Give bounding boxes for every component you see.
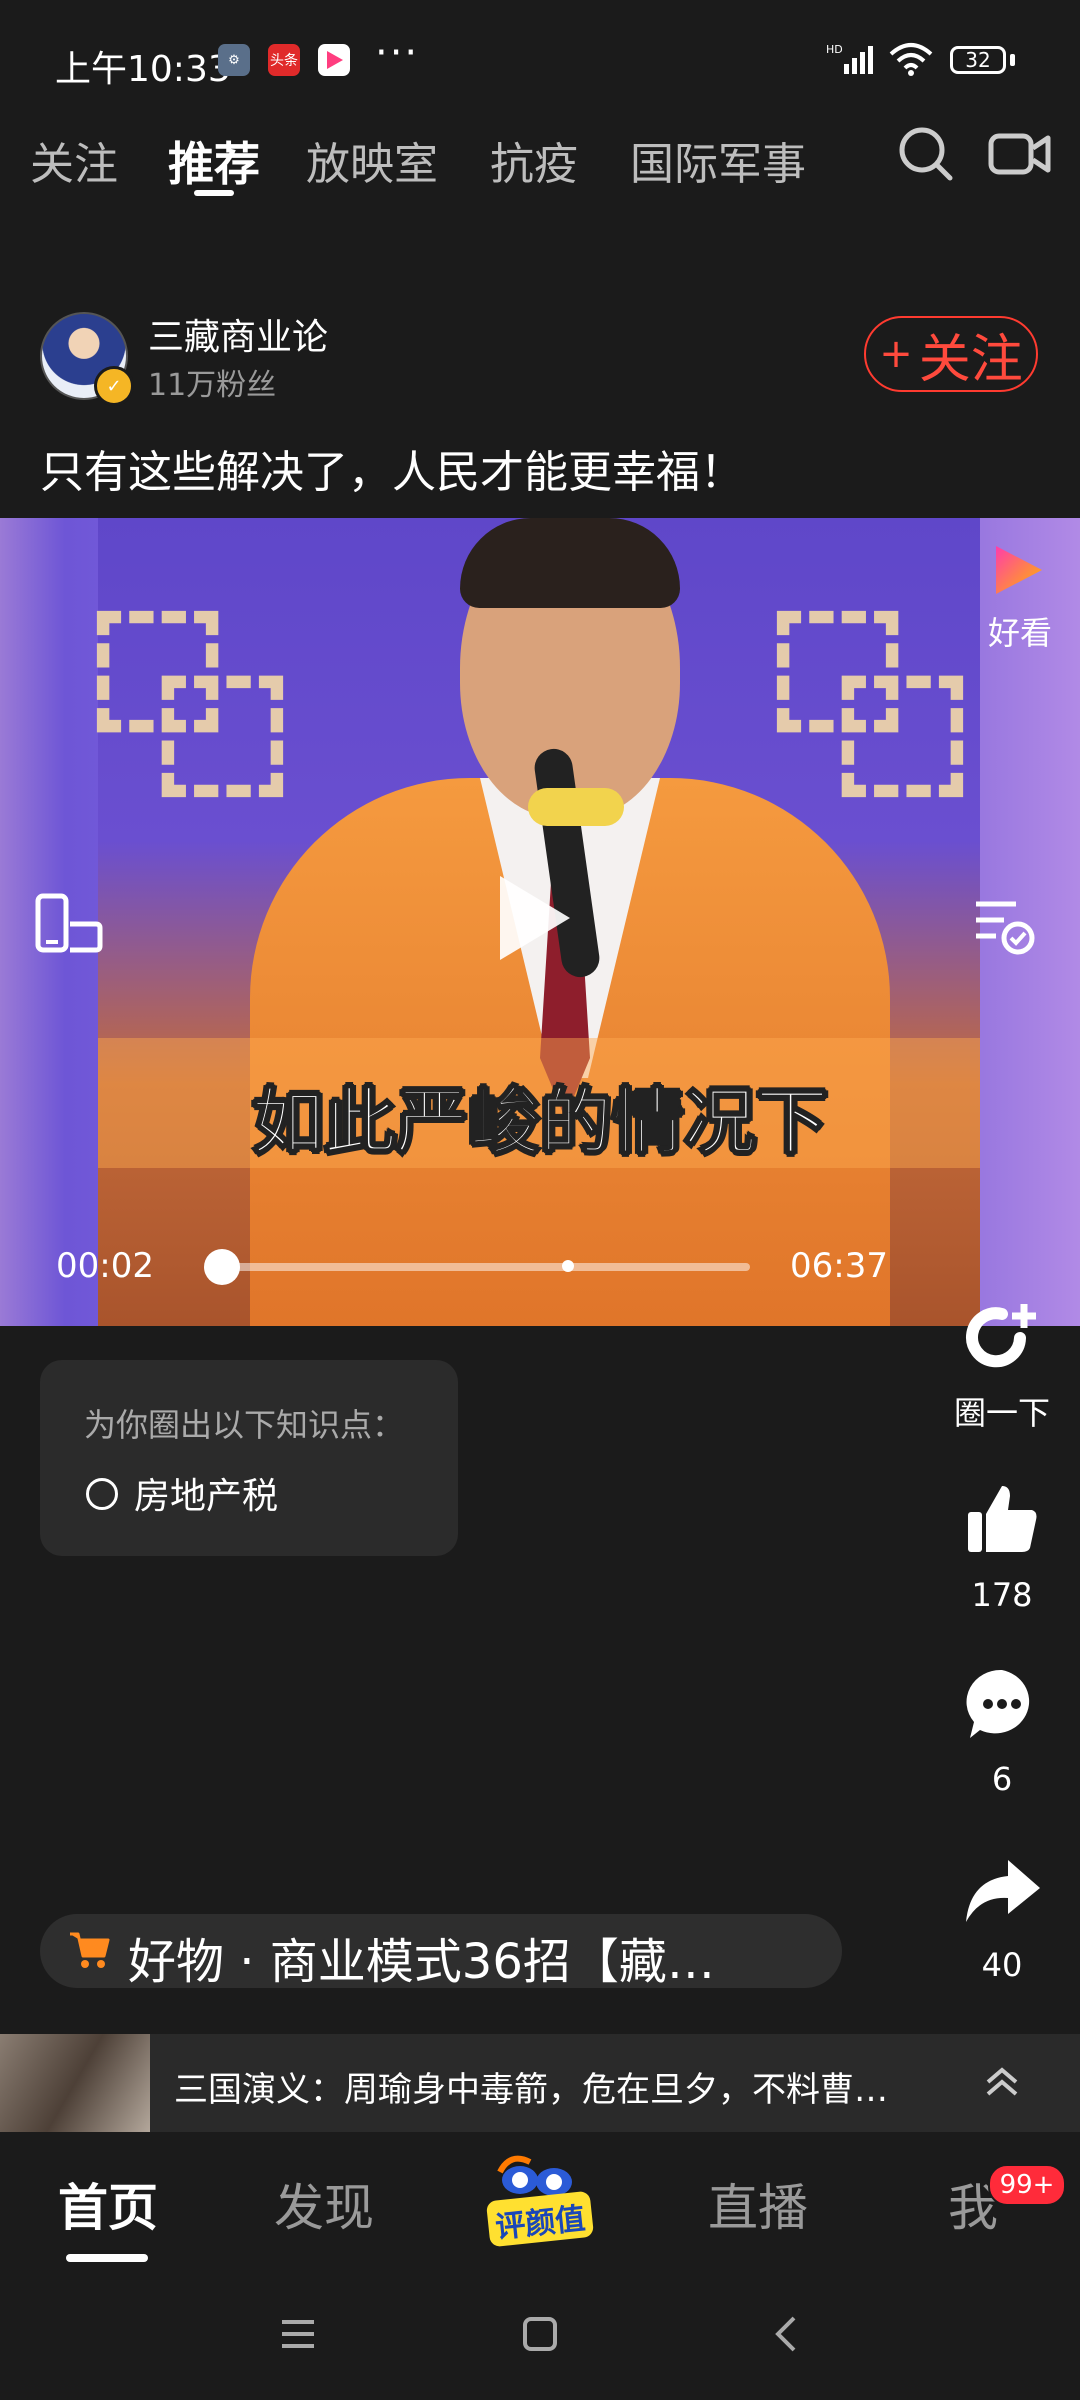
follow-button[interactable]: + 关注 xyxy=(864,316,1038,392)
home-square-icon[interactable] xyxy=(522,2316,558,2356)
pingyanzhi-logo[interactable]: 评颜值 xyxy=(480,2152,600,2252)
more-notifications-icon: ··· xyxy=(375,30,420,76)
progress-track[interactable] xyxy=(222,1263,750,1271)
toutiao-icon: 头条 xyxy=(268,44,300,76)
expand-up-chevron-icon[interactable] xyxy=(980,2060,1024,2108)
menu-icon[interactable] xyxy=(278,2316,318,2356)
author-fans: 11万粉丝 xyxy=(148,368,277,403)
plus-icon: + xyxy=(879,331,913,377)
video-app-icon xyxy=(318,44,350,76)
gear-icon: ⚙ xyxy=(218,44,250,76)
total-time: 06:37 xyxy=(790,1246,888,1286)
nav-home[interactable]: 首页 xyxy=(58,2168,158,2240)
haokan-logo-icon[interactable] xyxy=(990,542,1046,598)
rotate-screen-icon[interactable] xyxy=(34,890,104,960)
video-player[interactable]: ⿻ ⿻ 如此严峻的情况下 好看 00:02 06:37 xyxy=(0,518,1080,1326)
like-thumbs-up-icon[interactable] xyxy=(962,1480,1042,1560)
haokan-label: 好看 xyxy=(988,614,1053,652)
follow-label: 关注 xyxy=(918,329,1023,390)
progress-handle[interactable] xyxy=(204,1249,240,1285)
microphone-band xyxy=(528,788,624,826)
search-icon[interactable] xyxy=(896,124,956,188)
nav-discover[interactable]: 发现 xyxy=(274,2168,374,2240)
tab-follow[interactable]: 关注 xyxy=(30,128,118,192)
tab-screening-room[interactable]: 放映室 xyxy=(306,128,438,192)
radio-circle-icon[interactable] xyxy=(86,1478,118,1510)
status-bar: 上午10:33 ⚙ 头条 ··· HD 32 xyxy=(0,0,1080,120)
notification-badge: 99+ xyxy=(988,2164,1066,2206)
tab-anti-epidemic[interactable]: 抗疫 xyxy=(490,128,578,192)
circle-add-icon[interactable] xyxy=(962,1298,1042,1378)
background-banner-art-2: ⿻ xyxy=(770,593,971,828)
nav-live[interactable]: 直播 xyxy=(708,2168,808,2240)
active-tab-indicator xyxy=(194,190,234,196)
like-count: 178 xyxy=(971,1576,1033,1614)
play-icon[interactable] xyxy=(500,876,570,960)
background-banner-art: ⿻ xyxy=(90,593,291,828)
comment-icon[interactable] xyxy=(962,1664,1042,1744)
svg-text:HD: HD xyxy=(826,43,843,56)
progress-chapter-marker xyxy=(562,1260,574,1272)
comment-count: 6 xyxy=(991,1760,1013,1798)
signal-icon: HD xyxy=(826,42,880,80)
battery-tip xyxy=(1010,54,1015,66)
circle-label: 圈一下 xyxy=(953,1394,1050,1432)
back-icon[interactable] xyxy=(772,2314,800,2358)
status-time: 上午10:33 xyxy=(55,49,231,90)
knowledge-card xyxy=(40,1360,458,1556)
product-title[interactable]: 好物 · 商业模式36招【藏… xyxy=(128,1922,715,1992)
video-subtitle: 如此严峻的情况下 xyxy=(251,1079,829,1165)
current-time: 00:02 xyxy=(56,1246,154,1286)
share-count: 40 xyxy=(981,1946,1023,1984)
share-arrow-icon[interactable] xyxy=(962,1852,1042,1932)
related-video-thumbnail[interactable] xyxy=(0,2034,150,2132)
knowledge-item[interactable]: 房地产税 xyxy=(134,1467,278,1519)
knowledge-card-title: 为你圈出以下知识点： xyxy=(84,1406,405,1444)
video-title[interactable]: 只有这些解决了，人民才能更幸福！ xyxy=(40,436,744,500)
tab-recommend[interactable]: 推荐 xyxy=(168,128,260,194)
playlist-check-icon[interactable] xyxy=(970,890,1040,960)
video-camera-icon[interactable] xyxy=(988,128,1052,184)
battery-indicator: 32 xyxy=(950,46,1006,74)
verified-badge-icon: ✓ xyxy=(94,366,134,406)
shopping-cart-icon xyxy=(68,1928,112,1972)
wifi-icon xyxy=(888,42,934,80)
speaker-hair xyxy=(460,518,680,608)
tab-international-military[interactable]: 国际军事 xyxy=(630,128,806,192)
author-name[interactable]: 三藏商业论 xyxy=(148,308,328,360)
nav-active-indicator xyxy=(66,2254,148,2262)
related-video-title[interactable]: 三国演义：周瑜身中毒箭，危在旦夕，不料曹… xyxy=(174,2062,888,2111)
